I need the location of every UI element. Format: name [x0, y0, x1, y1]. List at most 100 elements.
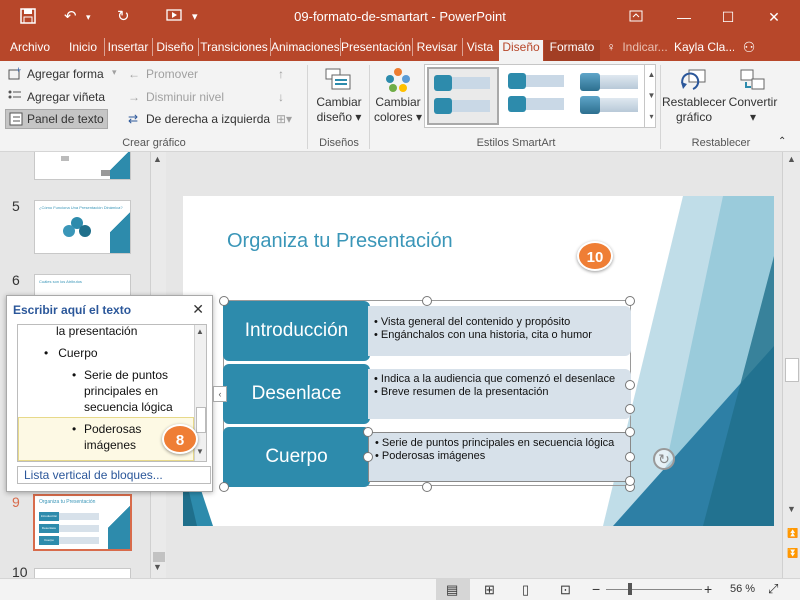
tab-inicio[interactable]: Inicio: [63, 40, 103, 61]
shape-handle[interactable]: [625, 427, 635, 437]
tab-formato[interactable]: Formato: [544, 40, 600, 61]
convert-button[interactable]: Convertir ▾: [728, 67, 778, 125]
text-pane-scroll-down-icon[interactable]: ▼: [196, 447, 204, 456]
zoom-out-icon[interactable]: −: [592, 581, 600, 597]
demote-icon[interactable]: →: [128, 90, 140, 104]
change-layout-button[interactable]: Cambiar diseño ▾: [312, 67, 366, 125]
style-option-2[interactable]: [503, 67, 575, 125]
add-shape-button[interactable]: Agregar forma: [27, 67, 104, 81]
user-name[interactable]: Kayla Cla...: [674, 40, 734, 61]
canvas-scroll-down-icon[interactable]: ▼: [787, 504, 796, 514]
text-pane-item[interactable]: Serie de puntos principales en secuencia…: [84, 367, 184, 415]
rotate-handle-icon[interactable]: ↻: [653, 448, 675, 470]
move-down-icon[interactable]: ↓: [278, 90, 284, 104]
reading-view-icon[interactable]: ▯: [522, 582, 529, 598]
tab-smartart-diseno[interactable]: Diseño: [499, 40, 543, 61]
ribbon-display-icon[interactable]: [622, 6, 650, 28]
scroll-down-icon[interactable]: ▼: [153, 562, 162, 572]
style-option-1[interactable]: [427, 67, 499, 125]
lightbulb-icon[interactable]: ♀: [604, 40, 618, 61]
tab-transiciones[interactable]: Transiciones: [199, 40, 269, 61]
canvas-scroll-thumb[interactable]: [785, 358, 799, 382]
collapse-ribbon-icon[interactable]: ⌃: [778, 136, 786, 147]
tell-me-box[interactable]: Indicar...: [620, 40, 670, 61]
tab-vista[interactable]: Vista: [463, 40, 497, 61]
tab-revisar[interactable]: Revisar: [413, 40, 461, 61]
shape-handle[interactable]: [363, 427, 373, 437]
promote-icon[interactable]: ←: [128, 67, 140, 81]
smartart-block-introduccion[interactable]: Introducción: [223, 301, 370, 361]
scroll-thumb[interactable]: [153, 552, 165, 562]
canvas-scroll-up-icon[interactable]: ▲: [787, 154, 796, 164]
gallery-scroll[interactable]: ▲ ▼ ▾: [644, 64, 658, 128]
resize-handle[interactable]: [422, 482, 432, 492]
shape-handle[interactable]: [625, 404, 635, 414]
shape-handle[interactable]: [625, 380, 635, 390]
minimize-icon[interactable]: —: [670, 6, 698, 28]
layout-name-link[interactable]: Lista vertical de bloques...: [17, 466, 211, 484]
move-up-icon[interactable]: ↑: [278, 67, 284, 81]
slide-thumb-9[interactable]: Organiza tu Presentación Introducción De…: [33, 494, 132, 551]
style-option-3[interactable]: [577, 67, 647, 125]
right-to-left-icon[interactable]: ⇄: [128, 112, 138, 126]
convert-label: Convertir: [728, 95, 778, 109]
text-pane-scroll-up-icon[interactable]: ▲: [196, 327, 204, 336]
slide-sorter-icon[interactable]: ⊞: [484, 582, 495, 598]
scroll-up-icon[interactable]: ▲: [153, 154, 162, 164]
slide-thumb-10[interactable]: [34, 568, 131, 578]
text-pane-scroll-thumb[interactable]: [196, 407, 206, 433]
smartart-detail-introduccion[interactable]: • Vista general del contenido y propósit…: [368, 306, 631, 356]
bullet-text: • Engánchalos con una historia, cita o h…: [374, 329, 592, 341]
add-bullet-button[interactable]: Agregar viñeta: [27, 90, 105, 104]
text-pane-close-icon[interactable]: ✕: [192, 301, 204, 318]
text-pane-button[interactable]: Panel de texto: [5, 109, 108, 129]
resize-handle[interactable]: [625, 296, 635, 306]
zoom-slider[interactable]: [606, 589, 702, 590]
reset-graphic-button[interactable]: Restablecer gráfico: [662, 67, 726, 125]
text-pane-item[interactable]: la presentación: [56, 325, 137, 339]
resize-handle[interactable]: [422, 296, 432, 306]
zoom-level[interactable]: 56 %: [730, 583, 755, 595]
layout-icon[interactable]: ⊞▾: [276, 112, 292, 126]
tab-presentacion[interactable]: Presentación: [341, 40, 411, 61]
resize-handle[interactable]: [219, 482, 229, 492]
change-colors-button[interactable]: Cambiar colores ▾: [372, 67, 424, 125]
add-bullet-icon[interactable]: [8, 89, 22, 106]
tab-archivo[interactable]: Archivo: [4, 40, 56, 61]
text-pane-item[interactable]: • Cuerpo: [44, 345, 98, 361]
add-shape-icon[interactable]: +: [8, 65, 22, 83]
change-layout-icon: [312, 67, 366, 95]
canvas-scrollbar[interactable]: ▲ ▼ ⏫ ⏬: [782, 152, 800, 578]
shape-handle[interactable]: [625, 476, 635, 486]
smartart-block-cuerpo[interactable]: Cuerpo: [223, 427, 370, 487]
zoom-in-icon[interactable]: +: [704, 581, 712, 597]
normal-view-button[interactable]: ▤: [436, 579, 470, 600]
next-slide-icon[interactable]: ⏬: [787, 548, 798, 559]
shape-handle[interactable]: [363, 452, 373, 462]
thumb6-title: Cuáles son los Atributos: [39, 279, 82, 284]
zoom-slider-thumb[interactable]: [628, 583, 632, 595]
slide-thumb-4[interactable]: [34, 152, 131, 180]
add-shape-dropdown-icon[interactable]: ▾: [112, 67, 117, 78]
slide-title[interactable]: Organiza tu Presentación: [227, 230, 453, 253]
promote-button[interactable]: Promover: [146, 67, 198, 81]
smartart-detail-cuerpo[interactable]: • Serie de puntos principales en secuenc…: [368, 432, 631, 482]
slide-thumb-5[interactable]: ¿Cómo Funciona Una Presentación Dinámica…: [34, 200, 131, 254]
tab-insertar[interactable]: Insertar: [105, 40, 151, 61]
demote-button[interactable]: Disminuir nivel: [146, 90, 224, 104]
smartart-detail-desenlace[interactable]: • Indica a la audiencia que comenzó el d…: [368, 369, 631, 419]
share-icon[interactable]: ⚇: [738, 40, 760, 61]
fit-to-window-icon[interactable]: ⤢: [768, 581, 778, 597]
right-to-left-button[interactable]: De derecha a izquierda: [146, 112, 270, 126]
smartart-block-desenlace[interactable]: Desenlace: [223, 364, 370, 424]
slideshow-icon[interactable]: ⊡: [560, 582, 571, 598]
resize-handle[interactable]: [219, 296, 229, 306]
shape-handle[interactable]: [625, 452, 635, 462]
tab-diseno[interactable]: Diseño: [153, 40, 197, 61]
text-pane-toggle-icon[interactable]: ‹: [213, 386, 227, 402]
close-icon[interactable]: ✕: [760, 6, 788, 28]
text-pane-item[interactable]: Poderosas imágenes: [84, 421, 154, 453]
maximize-icon[interactable]: ☐: [714, 6, 742, 28]
previous-slide-icon[interactable]: ⏫: [787, 528, 798, 539]
tab-animaciones[interactable]: Animaciones: [271, 40, 339, 61]
